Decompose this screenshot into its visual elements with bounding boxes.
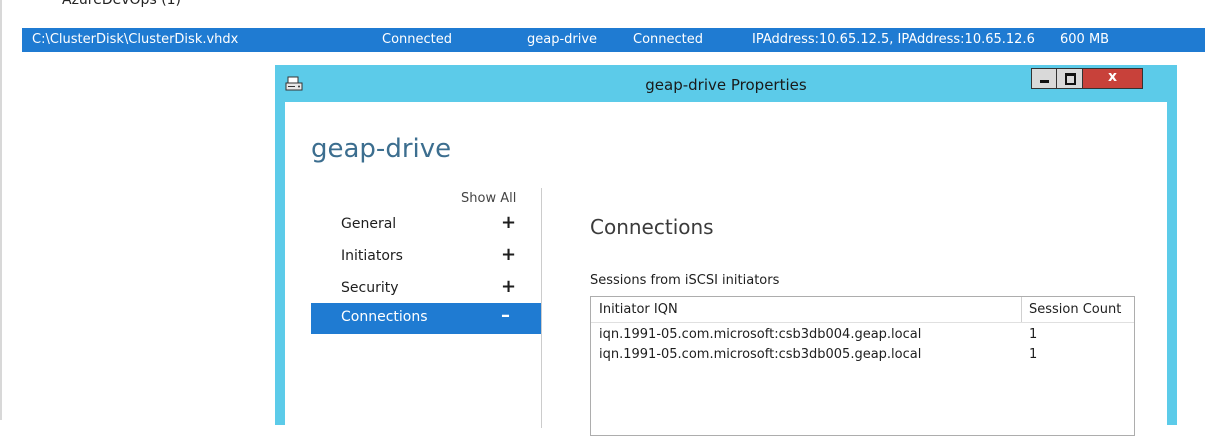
title-bar[interactable]: geap-drive Properties x <box>275 65 1177 101</box>
disk-path: C:\ClusterDisk\ClusterDisk.vhdx <box>32 32 239 47</box>
nav-item-label: General <box>341 216 397 232</box>
disk-target: geap-drive <box>527 32 598 47</box>
sessions-label: Sessions from iSCSI initiators <box>590 273 780 288</box>
page-title: geap-drive <box>311 134 452 164</box>
nav-item-label: Initiators <box>341 248 403 264</box>
session-count-cell: 1 <box>1029 347 1038 362</box>
expand-icon: + <box>501 276 517 297</box>
table-header: Initiator IQN Session Count <box>591 297 1134 323</box>
disk-status: Connected <box>382 32 453 47</box>
left-border <box>0 0 2 420</box>
column-separator[interactable] <box>1021 297 1022 322</box>
initiator-iqn-cell: iqn.1991-05.com.microsoft:csb3db005.geap… <box>599 347 922 362</box>
show-all-link[interactable]: Show All <box>461 191 516 206</box>
close-icon: x <box>1107 69 1118 85</box>
properties-window: geap-drive Properties x geap-drive Show … <box>275 65 1177 436</box>
nav-item-label: Connections <box>341 309 428 325</box>
minimize-button[interactable] <box>1031 68 1057 89</box>
nav-item-general[interactable]: General + <box>311 210 541 241</box>
disk-size: 600 MB <box>1060 32 1110 47</box>
sessions-table[interactable]: Initiator IQN Session Count iqn.1991-05.… <box>590 296 1135 436</box>
selected-disk-row[interactable]: C:\ClusterDisk\ClusterDisk.vhdx Connecte… <box>22 28 1205 52</box>
disk-ip-addresses: IPAddress:10.65.12.5, IPAddress:10.65.12… <box>752 32 1035 47</box>
nav-item-label: Security <box>341 280 399 296</box>
tree-item-azuredevops[interactable]: AzureDevOps (1) <box>62 0 181 8</box>
collapse-icon: – <box>501 305 510 326</box>
column-header-initiator-iqn[interactable]: Initiator IQN <box>599 302 678 317</box>
nav-item-connections[interactable]: Connections – <box>311 303 541 334</box>
nav-item-security[interactable]: Security + <box>311 274 541 305</box>
column-header-session-count[interactable]: Session Count <box>1029 302 1121 317</box>
section-title: Connections <box>590 215 714 239</box>
expand-icon: + <box>501 212 517 233</box>
table-row[interactable]: iqn.1991-05.com.microsoft:csb3db005.geap… <box>591 345 1134 365</box>
disk-target-status: Connected <box>633 32 704 47</box>
nav-divider <box>541 188 542 428</box>
nav-item-initiators[interactable]: Initiators + <box>311 242 541 273</box>
window-content: geap-drive Show All General + Initiators… <box>285 102 1167 436</box>
maximize-button[interactable] <box>1057 68 1083 89</box>
initiator-iqn-cell: iqn.1991-05.com.microsoft:csb3db004.geap… <box>599 327 922 342</box>
expand-icon: + <box>501 244 517 265</box>
close-button[interactable]: x <box>1083 68 1143 89</box>
session-count-cell: 1 <box>1029 327 1038 342</box>
table-row[interactable]: iqn.1991-05.com.microsoft:csb3db004.geap… <box>591 325 1134 345</box>
